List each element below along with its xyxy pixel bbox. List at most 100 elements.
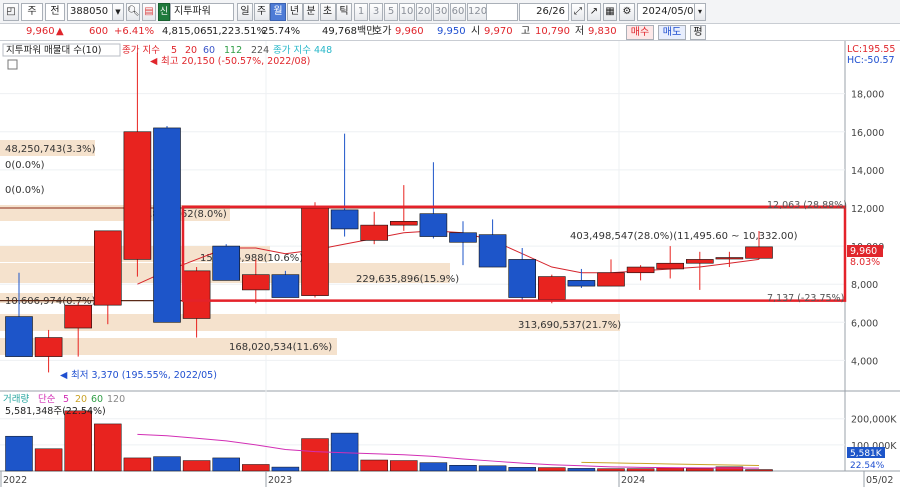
ma-period-224: 224 [251, 45, 269, 56]
sector-legend-label: 지투파워 매물대 수(10) [6, 45, 101, 56]
current-pct-label: 8.03% [850, 257, 880, 268]
interval-custom-input[interactable] [486, 3, 518, 21]
period-tab-3[interactable]: 년 [286, 3, 303, 21]
crosshair-icon[interactable]: ↗ [587, 3, 601, 21]
change-percent: +6.41% [114, 26, 155, 37]
eval-label: 평 [693, 27, 703, 38]
window-menu-icon[interactable]: ◰ [3, 3, 19, 21]
favorite-icon[interactable]: ▤ [142, 3, 156, 21]
high-label: 고 [521, 26, 531, 37]
search-icon[interactable]: 🔍︎ [126, 3, 140, 21]
open-value: 9,970 [484, 26, 513, 37]
calendar-icon[interactable]: ▾ [694, 3, 706, 21]
volume-profile-label: 48,250,743(3.3%) [5, 144, 96, 155]
interval-tab-30[interactable]: 30 [433, 3, 449, 21]
volume-ma-120: 120 [107, 394, 125, 405]
candle-body [271, 274, 300, 298]
interval-tab-5[interactable]: 5 [384, 3, 398, 21]
stock-name-field[interactable]: 지투파워 [170, 3, 234, 21]
volume-bar [34, 448, 63, 472]
gear-icon[interactable]: ⚙ [619, 3, 635, 21]
volume-bar [715, 466, 744, 472]
volume-bar [538, 467, 566, 472]
volume-bar [626, 468, 655, 472]
volume-bar [419, 462, 448, 472]
y-tick-label: 12,000 [851, 204, 884, 215]
low-value: 9,830 [588, 26, 617, 37]
ma-period-60: 60 [203, 45, 215, 56]
open-label: 시 [471, 26, 481, 37]
sell-button[interactable]: 매도 [658, 25, 686, 40]
volume-ma-60: 60 [91, 394, 103, 405]
interval-tab-3[interactable]: 3 [369, 3, 383, 21]
volume-ma-5: 5 [63, 394, 69, 405]
volume-bar [597, 468, 625, 472]
candle-body [567, 280, 596, 287]
volume-bar [64, 410, 92, 472]
buy-button[interactable]: 매수 [626, 25, 654, 40]
volume-bar [301, 438, 329, 472]
period-tab-5[interactable]: 초 [319, 3, 336, 21]
high-marker-label: 최고 20,150 (-50.57%, 2022/08) [161, 56, 310, 67]
volume-bar [182, 460, 211, 472]
chevron-down-icon[interactable]: ▼ [112, 3, 124, 21]
interval-tab-60[interactable]: 60 [450, 3, 466, 21]
price-chart[interactable]: 48,250,743(3.3%)0(0.0%)0(0.0%)117,803,16… [0, 41, 900, 487]
chart-area[interactable]: 48,250,743(3.3%)0(0.0%)0(0.0%)117,803,16… [0, 41, 900, 487]
interval-tab-120[interactable]: 120 [467, 3, 487, 21]
volume-bar [5, 435, 33, 472]
interval-tab-20[interactable]: 20 [416, 3, 432, 21]
zoom-icon[interactable]: ⤢ [571, 3, 585, 21]
volume-bar [449, 464, 477, 472]
volume-bar [153, 456, 181, 472]
interval-tab-10[interactable]: 10 [399, 3, 415, 21]
volume-ratio: 1,223.51% [212, 26, 267, 37]
lc-label: LC:195.55 [847, 44, 895, 55]
eval-button[interactable]: 평 [690, 25, 706, 40]
ma-long-label: 종가 지수 448 [273, 45, 332, 56]
market-label: 주 [27, 6, 37, 17]
volume-bar [94, 423, 122, 472]
credit-badge: 신 [158, 3, 170, 21]
low-label: 저 [575, 26, 585, 37]
box-bottom-label: 7,137 (-23.75%) [767, 293, 844, 304]
x-tick-label: 05/02 [866, 475, 893, 486]
scope-label: 전 [50, 6, 60, 17]
interval-tab-1[interactable]: 1 [354, 3, 368, 21]
period-tab-4[interactable]: 분 [303, 3, 319, 21]
volume-bar [123, 457, 152, 472]
period-tab-2[interactable]: 월 [270, 3, 286, 21]
save-image-icon[interactable]: ▦ [603, 3, 617, 21]
candle-body [330, 209, 359, 230]
volume-profile-label: 229,635,896(15.9%) [356, 274, 459, 285]
y-tick-label: 18,000 [851, 90, 884, 101]
candle-body [478, 234, 507, 268]
y-tick-label: 14,000 [851, 166, 884, 177]
volume-ma-label: 단순 [38, 394, 56, 405]
low-marker-arrow: ◀ [60, 370, 68, 381]
scope-select[interactable]: 전 [45, 3, 65, 21]
candle-body [597, 272, 625, 287]
candle-body [153, 127, 181, 323]
period-tab-0[interactable]: 일 [237, 3, 253, 21]
x-tick-label: 2022 [3, 475, 27, 486]
y-tick-label: 4,000 [851, 356, 878, 367]
up-triangle-icon: ▲ [56, 26, 64, 37]
candle-body [301, 207, 329, 296]
market-select[interactable]: 주 [21, 3, 43, 21]
period-tab-6[interactable]: 틱 [336, 3, 352, 21]
quote-bar: 9,960 ▲ 600 +6.41% 4,815,065 1,223.51% 2… [0, 24, 900, 41]
settings-small-icon[interactable] [7, 59, 18, 70]
trade-amount: 49,768백만 [322, 26, 376, 37]
candle-body [419, 213, 448, 237]
candle-body [182, 270, 211, 319]
period-tab-1[interactable]: 주 [253, 3, 270, 21]
candle-body [5, 316, 33, 357]
volume-reading: 5,581,348주(22.54%) [5, 406, 106, 417]
hoga-value: 9,960 [395, 26, 424, 37]
candle-body [242, 274, 270, 291]
page-indicator[interactable]: 26/26 [519, 3, 569, 21]
box-top-label: 12,063 (28.88%) [767, 200, 847, 211]
volume-bar [360, 459, 388, 472]
volume-legend-label: 거래량 [3, 393, 29, 405]
